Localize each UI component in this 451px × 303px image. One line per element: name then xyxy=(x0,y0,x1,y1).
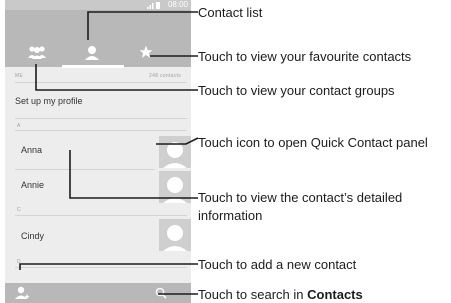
callout-quick-contact: Touch icon to open Quick Contact panel xyxy=(198,135,428,150)
callout-search-prefix: Touch to search in xyxy=(198,287,308,302)
callout-favourites: Touch to view your favourite contacts xyxy=(198,49,412,64)
callout-search-app: Contacts xyxy=(307,287,363,302)
callout-details-line2: information xyxy=(198,208,263,223)
callout-search: Touch to search in Contacts xyxy=(198,286,363,303)
callout-groups: Touch to view your contact groups xyxy=(198,83,395,98)
callout-contact-list: Contact list xyxy=(198,5,263,20)
callout-add-contact: Touch to add a new contact xyxy=(198,257,357,272)
callout-details-line1: Touch to view the contact’s detailed xyxy=(198,190,403,205)
